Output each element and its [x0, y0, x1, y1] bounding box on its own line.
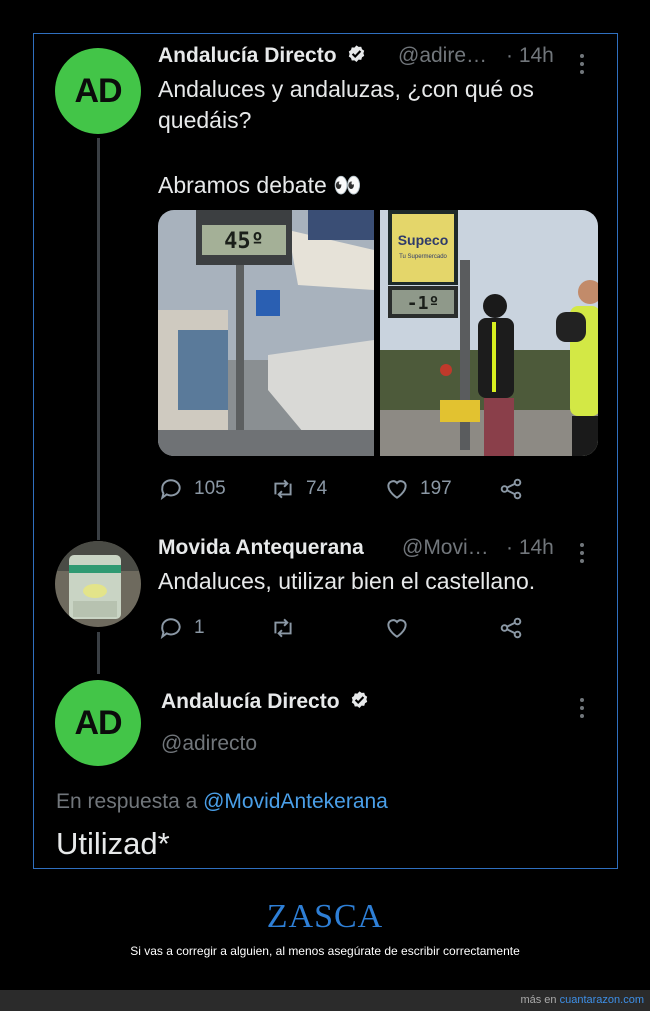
more-options-icon[interactable] — [577, 698, 587, 722]
avatar-movida-antequerana[interactable] — [55, 541, 141, 627]
tweet1-author[interactable]: Andalucía Directo — [158, 44, 367, 68]
reply-icon — [160, 618, 181, 640]
reply-button[interactable]: 105 — [158, 476, 270, 502]
retweet-button[interactable]: 74 — [270, 476, 384, 502]
avatar-text: AD — [74, 71, 122, 110]
footer-bar: más en cuantarazon.com — [0, 990, 650, 1011]
share-icon — [500, 617, 522, 639]
tweet2-text: Andaluces, utilizar bien el castellano. — [158, 568, 536, 594]
reply-icon — [160, 479, 181, 501]
temp-display-hot: 45º — [224, 229, 264, 254]
footer-prefix: más en — [520, 994, 557, 1006]
tweet2-actions: 1 — [158, 615, 524, 641]
handle-text[interactable]: @adire… — [398, 44, 487, 67]
thread-line-1 — [97, 138, 100, 540]
tweet1-actions: 105 74 197 — [158, 476, 524, 502]
verified-badge-icon — [349, 45, 365, 62]
tweet2-author[interactable]: Movida Antequerana — [158, 536, 364, 560]
avatar-andalucia-directo[interactable]: AD — [55, 48, 141, 134]
tweet1-time[interactable]: · 14h — [506, 44, 554, 68]
share-icon — [500, 478, 522, 500]
tweet3-author[interactable]: Andalucía Directo — [161, 690, 370, 714]
verified-badge-icon — [352, 691, 368, 708]
photo-hot-thermometer[interactable]: 45º — [158, 210, 376, 456]
author-name[interactable]: Andalucía Directo — [161, 690, 340, 713]
tweet3-handle[interactable]: @adirecto — [161, 732, 257, 756]
time-text[interactable]: · 14h — [506, 44, 554, 67]
hot-street-scene-image: 45º — [158, 210, 374, 456]
tweet2-handle[interactable]: @Movi… — [402, 536, 489, 560]
more-options-icon[interactable] — [577, 543, 587, 567]
like-count: 197 — [420, 478, 452, 499]
tweet1-text-line1: Andaluces y andaluzas, ¿con qué os — [158, 76, 534, 102]
caption-title: ZASCA — [266, 898, 384, 935]
tweet3-text: Utilizad* — [56, 826, 170, 861]
sign-subtext: Tu Supermercado — [399, 254, 447, 260]
retweet-icon — [274, 618, 292, 638]
heart-icon — [387, 480, 407, 499]
reply-count: 1 — [194, 617, 205, 638]
tweet1-media[interactable]: 45º Supeco Tu Supermercado -1º — [158, 210, 598, 456]
author-name[interactable]: Andalucía Directo — [158, 44, 337, 67]
retweet-count: 74 — [306, 478, 328, 499]
drink-glass-image — [55, 541, 141, 627]
cold-street-scene-image: Supeco Tu Supermercado -1º — [380, 210, 598, 456]
photo-cold-thermometer[interactable]: Supeco Tu Supermercado -1º — [380, 210, 598, 456]
heart-icon — [387, 619, 407, 638]
retweet-icon — [274, 479, 292, 499]
tweet-thread-frame: AD Andalucía Directo @adire… · 14h Andal… — [33, 33, 618, 869]
share-button[interactable] — [498, 615, 524, 641]
share-button[interactable] — [498, 476, 524, 502]
sign-brand-text: Supeco — [398, 232, 449, 248]
reply-button[interactable]: 1 — [158, 615, 270, 641]
tweet2-time[interactable]: · 14h — [506, 536, 554, 560]
like-button[interactable] — [384, 615, 498, 641]
like-button[interactable]: 197 — [384, 476, 498, 502]
reply-context: En respuesta a @MovidAntekerana — [56, 790, 388, 814]
reply-mention-link[interactable]: @MovidAntekerana — [203, 790, 388, 813]
reply-count: 105 — [194, 478, 226, 499]
avatar-text: AD — [74, 703, 122, 742]
avatar-andalucia-directo[interactable]: AD — [55, 680, 141, 766]
tweet1-text-line3: Abramos debate 👀 — [158, 172, 362, 198]
temp-display-cold: -1º — [407, 293, 440, 314]
reply-prefix: En respuesta a — [56, 790, 198, 813]
caption-subtitle: Si vas a corregir a alguien, al menos as… — [130, 944, 520, 958]
footer-site-link[interactable]: cuantarazon.com — [560, 994, 644, 1006]
tweet1-handle[interactable]: @adire… — [398, 44, 487, 68]
thread-line-2 — [97, 632, 100, 674]
more-options-icon[interactable] — [577, 54, 587, 78]
tweet1-text-line2: quedáis? — [158, 107, 252, 133]
footer-text: más en cuantarazon.com — [520, 994, 644, 1006]
retweet-button[interactable] — [270, 615, 384, 641]
